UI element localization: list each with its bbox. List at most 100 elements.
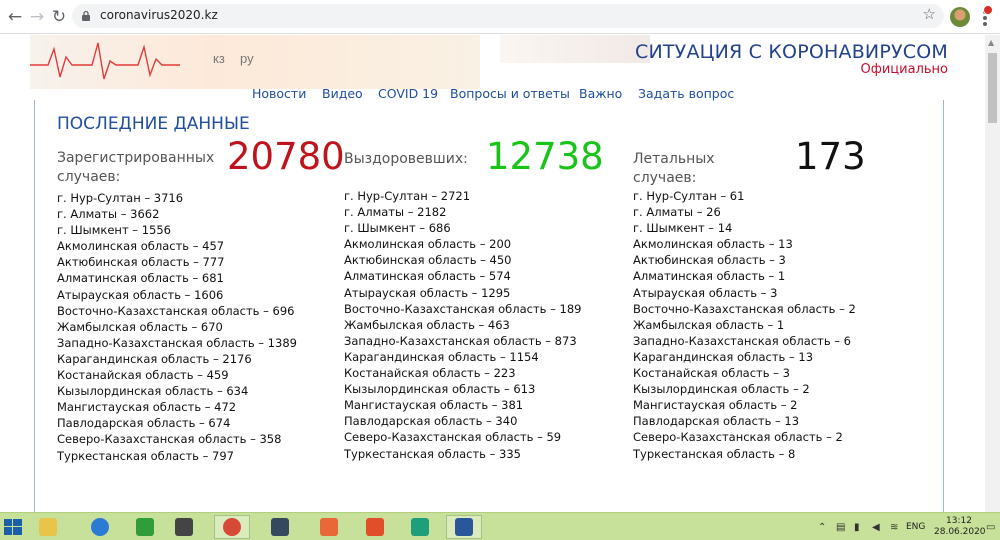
microphone-icon [175,518,193,536]
header-banner-right [500,35,650,63]
registered-label: Зарегистрированных случаев: [57,150,215,185]
recovered-item: Восточно-Казахстанская область – 189 [344,301,582,316]
registered-item: г. Шымкент – 1556 [57,223,171,238]
deaths-item: Туркестанская область – 8 [633,446,796,461]
taskbar-app[interactable] [262,515,298,539]
scroll-thumb[interactable] [988,53,997,123]
registered-item: Актюбинская область – 777 [57,255,225,270]
deaths-list: г. Нур-Султан – 61 г. Алматы – 26 г. Шымке… [633,188,856,462]
registered-list: г. Нур-Султан – 3716 г. Алматы – 3662 г. Ш… [57,190,297,464]
site-title: СИТУАЦИЯ С КОРОНАВИРУСОМ [634,41,948,63]
taskbar-app[interactable] [166,515,202,539]
nav-covid19[interactable]: COVID 19 [378,86,438,101]
lang-switch-kz[interactable]: кз [213,51,225,66]
deaths-item: Мангистауская область – 2 [633,398,798,413]
recovered-item: Актюбинская область – 450 [344,253,512,268]
taskbar-app[interactable] [82,515,118,539]
registered-total: 20780 [227,135,345,178]
recovered-item: Мангистауская область – 381 [344,398,524,413]
taskbar-app[interactable] [311,515,347,539]
internet-explorer-icon [91,518,109,536]
scroll-up-icon[interactable]: ▲ [988,38,994,47]
reload-icon[interactable]: ↻ [48,6,70,28]
heartbeat-logo-icon [30,42,180,80]
nav-video[interactable]: Видео [322,86,363,101]
recovered-item: Северо-Казахстанская область – 59 [344,430,562,445]
editor-icon [271,518,289,536]
recovered-item: Карагандинская область – 1154 [344,349,539,364]
deaths-item: Карагандинская область – 13 [633,349,814,364]
wifi-icon[interactable]: ≋ [890,522,898,533]
recovered-label: Выздоровевших: [344,151,468,167]
registered-item: Мангистауская область – 472 [57,400,237,415]
deaths-item: Актюбинская область – 3 [633,253,786,268]
recovered-item: Павлодарская область – 340 [344,414,518,429]
registered-item: Западно-Казахстанская область – 1389 [57,335,297,350]
tray-chevron-icon[interactable]: ⌃ [818,522,826,533]
recovered-item: г. Алматы – 2182 [344,205,447,220]
latest-data-card: ПОСЛЕДНИЕ ДАННЫЕ Зарегистрированных случ… [34,100,944,512]
registered-item: Алматинская область – 681 [57,271,224,286]
screen: ← → ↻ coronavirus2020.kz ☆ кз ру СИТУАЦИ… [0,0,1000,540]
clock[interactable]: 13:12 28.06.2020 [934,513,986,540]
registered-item: г. Алматы – 3662 [57,207,160,222]
registered-item: Акмолинская область – 457 [57,239,225,254]
nav-news[interactable]: Новости [252,86,306,101]
profile-avatar[interactable] [950,7,970,27]
web-page: кз ру СИТУАЦИЯ С КОРОНАВИРУСОМ Официальн… [0,35,985,512]
taskbar-app[interactable] [30,515,66,539]
address-bar[interactable]: coronavirus2020.kz ☆ [72,4,944,28]
recovered-item: Алматинская область – 574 [344,269,511,284]
url-text: coronavirus2020.kz [100,8,218,22]
taskbar-app[interactable] [357,515,393,539]
registered-item: г. Нур-Султан – 3716 [57,191,184,205]
forward-icon[interactable]: → [26,6,48,28]
section-title: ПОСЛЕДНИЕ ДАННЫЕ [57,114,250,134]
clock-date: 28.06.2020 [934,527,986,537]
deaths-item: Костанайская область – 3 [633,366,790,381]
deaths-item: Атырауская область – 3 [633,285,778,300]
taskbar-app[interactable] [402,515,438,539]
chrome-icon [223,518,241,536]
nav-faq[interactable]: Вопросы и ответы [450,86,570,101]
language-indicator[interactable]: ENG [906,522,925,532]
windows-start-icon[interactable] [4,519,22,535]
deaths-total: 173 [795,135,866,178]
battery-icon[interactable]: ▮ [854,522,860,533]
back-icon[interactable]: ← [4,6,26,28]
system-tray: ⌃ ▤ ▮ ◀ ≋ ENG 13:12 28.06.2020 ▭ [814,513,995,540]
deaths-item: Кызылординская область – 2 [633,382,810,397]
registered-item: Карагандинская область – 2176 [57,351,252,366]
notifications-icon[interactable]: ▭ [986,522,995,533]
deaths-item: г. Алматы – 26 [633,205,721,220]
word-icon [455,518,473,536]
file-explorer-icon [39,518,57,536]
nav-important[interactable]: Важно [579,86,622,101]
lang-switch-ru[interactable]: ру [240,51,254,66]
recovered-total: 12738 [486,135,604,178]
deaths-label: Летальных случаев: [633,151,715,186]
network-icon[interactable]: ▤ [836,522,845,533]
deaths-item: Северо-Казахстанская область – 2 [633,430,843,445]
volume-icon[interactable]: ◀ [872,522,880,533]
registered-item: Атырауская область – 1606 [57,287,224,302]
page-scrollbar[interactable]: ▲ [985,35,1000,512]
taskbar-app[interactable] [214,515,250,539]
registered-item: Восточно-Казахстанская область – 696 [57,303,295,318]
registered-item: Северо-Казахстанская область – 358 [57,432,282,447]
recovered-item: Кызылординская область – 613 [344,382,536,397]
taskbar-app[interactable] [446,515,482,539]
deaths-item: г. Нур-Султан – 61 [633,189,745,203]
bookmark-star-icon[interactable]: ☆ [923,5,936,23]
registered-item: Костанайская область – 459 [57,368,229,383]
store-icon [136,518,154,536]
nav-ask-question[interactable]: Задать вопрос [638,86,734,101]
taskbar-app[interactable] [127,515,163,539]
recovered-item: Акмолинская область – 200 [344,237,512,252]
recovered-item: г. Шымкент – 686 [344,221,451,236]
recovered-item: Костанайская область – 223 [344,366,516,381]
site-subtitle: Официально [860,62,948,77]
deaths-item: Западно-Казахстанская область – 6 [633,333,852,348]
windows-taskbar: ⌃ ▤ ▮ ◀ ≋ ENG 13:12 28.06.2020 ▭ [0,512,1000,540]
deaths-item: г. Шымкент – 14 [633,221,733,236]
